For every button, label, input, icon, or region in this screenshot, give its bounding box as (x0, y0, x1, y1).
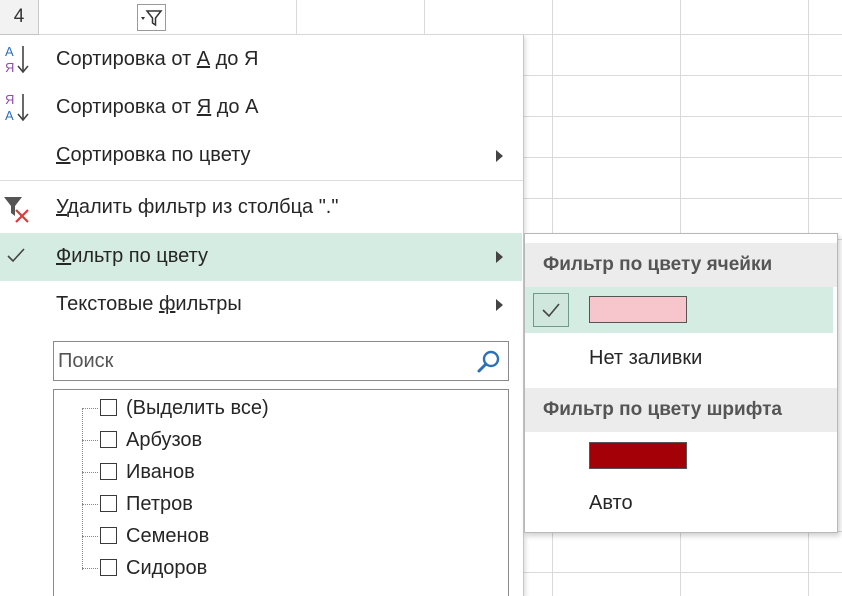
search-input[interactable] (58, 346, 468, 376)
list-item-label: Семенов (126, 525, 210, 547)
svg-text:A: A (5, 44, 14, 59)
value-checkbox[interactable] (100, 431, 117, 448)
menu-separator (0, 180, 523, 181)
font-color-swatch (589, 442, 687, 469)
auto-label: Авто (589, 492, 633, 514)
text-filters-accel: ф (158, 293, 176, 315)
select-all-checkbox[interactable] (100, 399, 117, 416)
menu-sort-z-to-a[interactable]: Я A Сортировка от Я до А (0, 84, 522, 132)
svg-text:Я: Я (5, 60, 14, 75)
value-checkbox[interactable] (100, 495, 117, 512)
row-header[interactable]: 4 (0, 0, 39, 35)
value-checkbox[interactable] (100, 527, 117, 544)
sort-ascending-icon: A Я (2, 42, 34, 81)
sort-az-end: Я (243, 48, 259, 70)
no-fill-option[interactable]: Нет заливки (525, 335, 833, 381)
search-icon[interactable] (476, 349, 502, 380)
list-item[interactable]: Семенов (54, 521, 494, 551)
sort-za-prefix: Сортировка от (56, 96, 197, 118)
cell-color-header-label: Фильтр по цвету ячейки (543, 254, 773, 275)
sort-za-mid: до (211, 96, 246, 118)
list-item-label: (Выделить все) (126, 397, 269, 419)
clear-filter-accel: У (56, 196, 68, 218)
submenu-arrow-icon (496, 251, 503, 263)
menu-sort-by-color[interactable]: Сортировка по цвету (0, 132, 522, 180)
list-item-label: Иванов (126, 461, 195, 483)
tree-branch (82, 472, 98, 473)
menu-clear-filter[interactable]: Удалить фильтр из столбца "." (0, 184, 522, 232)
list-item[interactable]: Иванов (54, 457, 494, 487)
filter-applied-icon (141, 10, 163, 27)
filter-by-color-submenu: Фильтр по цвету ячейки Нет заливки Фильт… (524, 233, 838, 533)
checkmark-icon (6, 247, 26, 270)
tree-branch (82, 536, 98, 537)
list-item[interactable]: Петров (54, 489, 494, 519)
filter-color-label: ильтр по цвету (71, 245, 208, 267)
search-box[interactable] (53, 341, 509, 381)
list-item[interactable]: Сидоров (54, 553, 494, 583)
font-color-header-label: Фильтр по цвету шрифта (543, 399, 782, 420)
menu-text-filters[interactable]: Текстовые фильтры (0, 281, 522, 329)
list-item-label: Арбузов (126, 429, 203, 451)
tree-branch (82, 568, 98, 569)
menu-sort-a-to-z[interactable]: A Я Сортировка от А до Я (0, 36, 522, 84)
sort-az-prefix: Сортировка от (56, 48, 197, 70)
menu-filter-by-color[interactable]: Фильтр по цвету (0, 233, 522, 281)
cell-color-section-header: Фильтр по цвету ячейки (525, 243, 837, 287)
value-checkbox[interactable] (100, 559, 117, 576)
sort-color-accel: С (56, 144, 71, 166)
text-filters-b: ильтры (175, 293, 242, 315)
submenu-arrow-icon (496, 299, 503, 311)
value-checkbox[interactable] (100, 463, 117, 480)
svg-text:A: A (5, 108, 14, 123)
clear-filter-label: далить фильтр из столбца "." (67, 196, 339, 218)
sort-za-end: А (245, 96, 259, 118)
values-list: (Выделить все) Арбузов Иванов Петров Сем… (53, 389, 509, 596)
text-filters-a: Текстовые (56, 293, 159, 315)
list-item-label: Петров (126, 493, 193, 515)
sort-az-accel: А (196, 48, 211, 70)
filter-color-accel: Ф (56, 245, 72, 267)
cell-color-option[interactable] (525, 287, 833, 333)
tree-branch (82, 440, 98, 441)
font-color-section-header: Фильтр по цвету шрифта (525, 388, 837, 432)
auto-color-option[interactable]: Авто (525, 482, 833, 528)
autofilter-button[interactable] (137, 4, 166, 31)
selected-indicator (533, 293, 569, 327)
tree-branch (82, 408, 98, 409)
font-color-option[interactable] (525, 432, 833, 478)
sort-za-accel: Я (196, 96, 212, 118)
sort-descending-icon: Я A (2, 90, 34, 129)
no-fill-label: Нет заливки (589, 347, 703, 369)
sort-color-label: ортировка по цвету (70, 144, 251, 166)
svg-text:Я: Я (5, 92, 14, 107)
clear-filter-icon (2, 194, 34, 229)
cell-color-swatch (589, 296, 687, 323)
list-item-label: Сидоров (126, 557, 208, 579)
checkmark-icon (542, 303, 560, 318)
list-item[interactable]: Арбузов (54, 425, 494, 455)
submenu-arrow-icon (496, 150, 503, 162)
tree-branch (82, 504, 98, 505)
list-item-select-all[interactable]: (Выделить все) (54, 393, 494, 423)
sort-az-mid: до (210, 48, 244, 70)
